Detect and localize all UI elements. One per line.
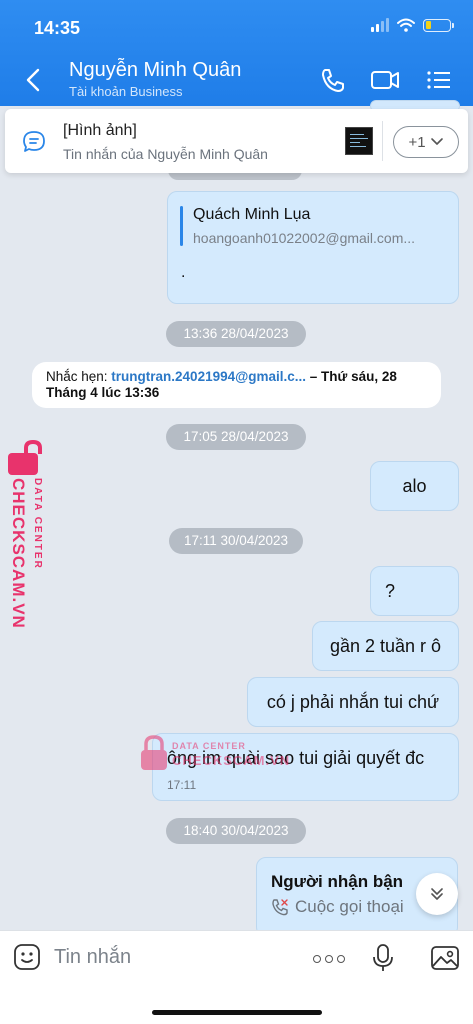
menu-icon[interactable]: [424, 66, 454, 94]
pinned-thumbnail[interactable]: [345, 127, 373, 155]
video-call-icon[interactable]: [370, 66, 400, 94]
reminder-prefix: Nhắc hẹn:: [46, 369, 112, 384]
watermark-center-tag: DATA CENTER: [172, 741, 246, 751]
pinned-subtitle: Tin nhắn của Nguyễn Minh Quân: [63, 146, 268, 162]
message-text: gần 2 tuần r ô: [329, 635, 442, 656]
message-bubble[interactable]: ?: [370, 566, 459, 616]
image-icon[interactable]: [430, 945, 460, 971]
quote-email: hoangoanh01022002@gmail.com...: [193, 230, 416, 246]
chat-header: 14:35 Nguyễn Minh Quân Tài khoản Busines…: [0, 0, 473, 106]
status-icons: [371, 18, 454, 32]
pinned-message[interactable]: [Hình ảnh] Tin nhắn của Nguyễn Minh Quân…: [5, 109, 468, 173]
scroll-down-button[interactable]: [416, 873, 458, 915]
watermark-brand: CHECKSCAM.VN: [9, 478, 28, 629]
watermark-tag: DATA CENTER: [32, 478, 43, 570]
divider: [382, 121, 383, 161]
message-text: có j phải nhắn tui chứ: [266, 691, 440, 712]
more-icon[interactable]: [313, 955, 345, 963]
back-icon[interactable]: [22, 66, 46, 94]
pinned-more-button[interactable]: +1: [393, 126, 459, 158]
message-text: alo: [402, 475, 427, 496]
message-text: .: [181, 264, 186, 281]
message-composer: Tin nhắn: [0, 930, 473, 986]
call-subtitle: Cuộc gọi thoại: [295, 897, 404, 916]
message-bubble[interactable]: gần 2 tuần r ô: [312, 621, 459, 671]
lock-icon: [141, 735, 167, 770]
home-indicator[interactable]: [152, 1010, 322, 1015]
quoted-message-bubble[interactable]: Quách Minh Lụa hoangoanh01022002@gmail.c…: [167, 191, 459, 304]
time-divider: 18:40 30/04/2023: [166, 818, 306, 844]
message-text: ?: [385, 580, 396, 601]
lock-icon: [8, 440, 42, 475]
emoji-icon[interactable]: [13, 943, 41, 971]
chat-bubble-icon: [23, 131, 45, 152]
mic-icon[interactable]: [372, 943, 394, 973]
call-type: Cuộc gọi thoại: [271, 897, 404, 917]
quote-author: Quách Minh Lụa: [193, 206, 311, 223]
reminder-notice[interactable]: Nhắc hẹn: trungtran.24021994@gmail.c... …: [32, 362, 441, 408]
watermark-center-brand: CHECKSCAM.VN: [172, 753, 291, 768]
time-divider: 17:11 30/04/2023: [169, 528, 303, 554]
status-time: 14:35: [34, 18, 81, 38]
message-input[interactable]: Tin nhắn: [54, 946, 131, 969]
signal-icon: [371, 18, 389, 32]
contact-name[interactable]: Nguyễn Minh Quân: [69, 59, 241, 82]
time-divider: 13:36 28/04/2023: [166, 321, 306, 347]
home-area: [0, 986, 473, 1024]
call-status: Người nhận bận: [271, 872, 404, 891]
message-bubble[interactable]: có j phải nhắn tui chứ: [247, 677, 459, 727]
phone-icon[interactable]: [318, 66, 348, 94]
contact-subtitle: Tài khoản Business: [69, 84, 183, 99]
wifi-icon: [397, 18, 415, 32]
battery-icon: [423, 18, 454, 32]
quote-bar: [180, 206, 183, 246]
reminder-link[interactable]: trungtran.24021994@gmail.c...: [111, 369, 306, 384]
watermark: CHECKSCAM.VN DATA CENTER: [4, 440, 54, 640]
pinned-more-count: +1: [408, 133, 426, 151]
double-chevron-down-icon: [431, 888, 443, 900]
chevron-down-icon: [430, 138, 443, 145]
watermark-center: DATA CENTER CHECKSCAM.VN: [140, 735, 300, 775]
message-time: 17:11: [167, 778, 197, 792]
message-bubble[interactable]: alo: [370, 461, 459, 511]
missed-call-icon: [272, 899, 288, 916]
time-divider: 17:05 28/04/2023: [166, 424, 306, 450]
pinned-title: [Hình ảnh]: [63, 122, 137, 139]
